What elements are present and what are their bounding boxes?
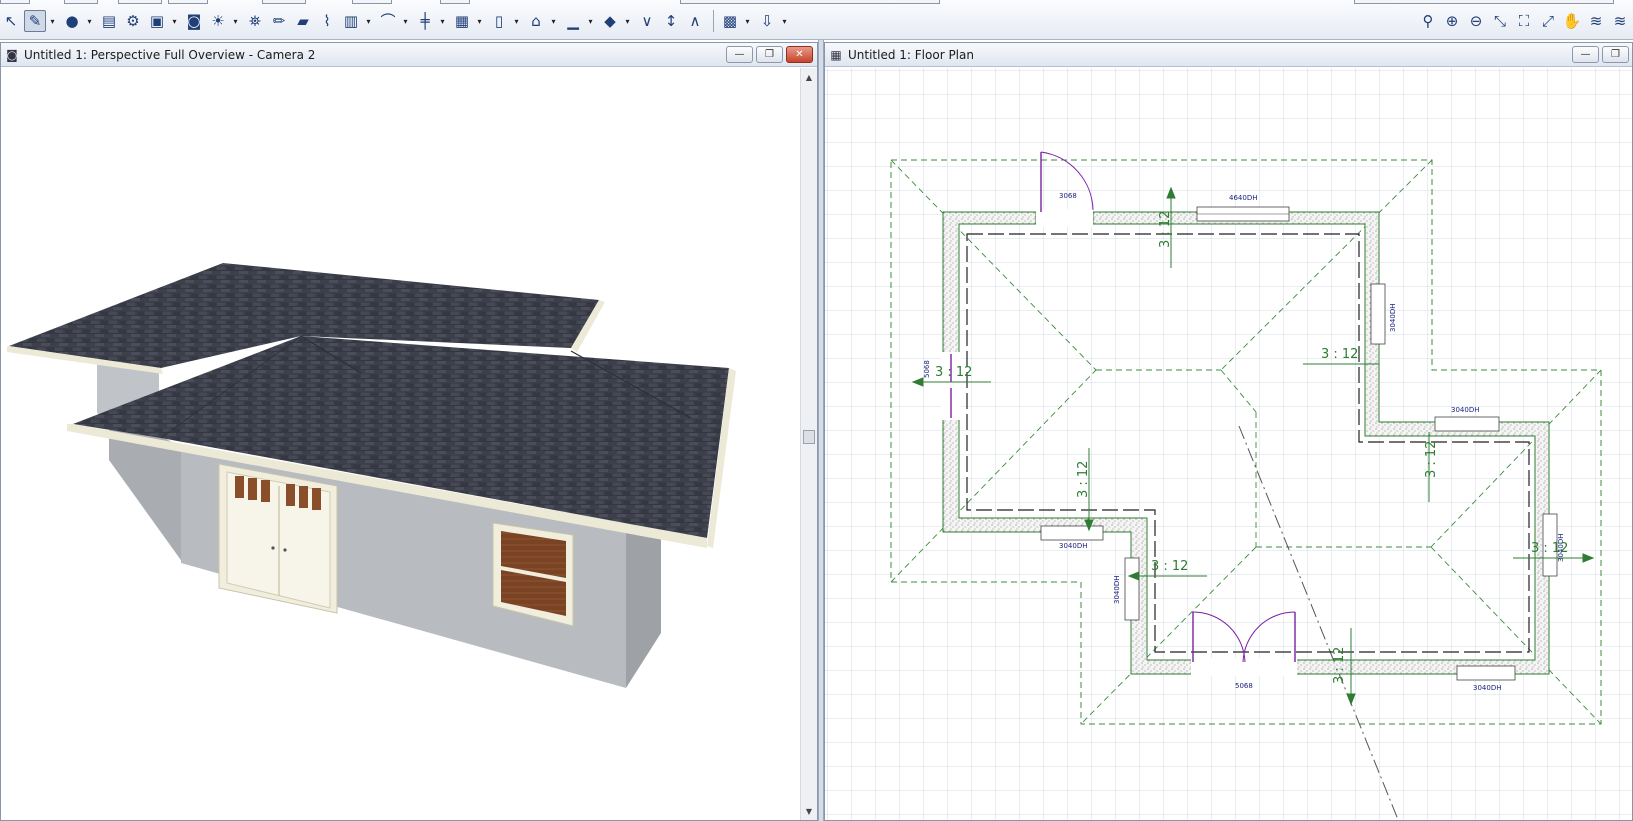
arc-icon[interactable]: ⌒ — [377, 10, 399, 32]
svg-text:3040DH: 3040DH — [1389, 304, 1397, 332]
svg-text:3 : 12: 3 : 12 — [1332, 647, 1347, 684]
close-button[interactable]: ✕ — [786, 46, 813, 63]
toolbar-right-group: ⚲ ⊕ ⊖ ⤡ ⛶ ⤢ ✋ ≋ ≋ — [1417, 8, 1633, 34]
dropdown-arrow-icon[interactable]: ▾ — [475, 10, 484, 32]
svg-text:3 : 12: 3 : 12 — [1158, 211, 1173, 248]
minimize-button[interactable]: — — [726, 46, 753, 63]
svg-text:3040DH: 3040DH — [1113, 576, 1121, 604]
svg-text:3068: 3068 — [1059, 192, 1077, 200]
scroll-thumb[interactable] — [803, 430, 815, 444]
lamp-icon[interactable]: ⛯ — [244, 10, 266, 32]
dropdown-arrow-icon[interactable]: ▾ — [512, 10, 521, 32]
chevron-down-icon[interactable]: ∨ — [636, 10, 658, 32]
floor-plan-drawing: 3068 4640DH 3040DH 5068 3040DH 3040DH 30… — [825, 68, 1632, 820]
perspective-viewport[interactable] — [1, 68, 817, 820]
restore-button[interactable]: ❐ — [1602, 46, 1629, 63]
slab-icon[interactable]: ▁ — [562, 10, 584, 32]
dropdown-arrow-icon[interactable]: ▾ — [623, 10, 632, 32]
dropdown-arrow-icon[interactable]: ▾ — [743, 10, 752, 32]
camera-window-icon: ◙ — [6, 47, 18, 62]
pan-hand-icon[interactable]: ✋ — [1561, 10, 1583, 32]
brick-wall-icon[interactable]: ▥ — [340, 10, 362, 32]
dropdown-arrow-icon[interactable]: ▾ — [780, 10, 789, 32]
light-icon[interactable]: ☀ — [207, 10, 229, 32]
zoom-icon[interactable]: ⚲ — [1417, 10, 1439, 32]
door-icon[interactable]: ▯ — [488, 10, 510, 32]
dropdown-arrow-icon[interactable]: ▾ — [170, 10, 179, 32]
picture-icon[interactable]: ▣ — [146, 10, 168, 32]
svg-text:3 : 12: 3 : 12 — [1321, 347, 1358, 362]
vertical-line-icon[interactable]: ↕ — [660, 10, 682, 32]
floor-plan-window-icon: ▦ — [830, 47, 842, 62]
scroll-up-arrow-icon[interactable]: ▲ — [801, 70, 817, 84]
import-icon[interactable]: ⇩ — [756, 10, 778, 32]
expand-icon[interactable]: ⤢ — [1537, 10, 1559, 32]
select-objects-icon[interactable]: ↖ — [0, 10, 22, 32]
camera-icon[interactable]: ◙ — [183, 10, 205, 32]
zoom-out-icon[interactable]: ⊖ — [1465, 10, 1487, 32]
floor-plan-title: Untitled 1: Floor Plan — [848, 47, 974, 62]
fit-icon[interactable]: ⛶ — [1513, 10, 1535, 32]
svg-text:3 : 12: 3 : 12 — [1424, 441, 1439, 478]
svg-text:3040DH: 3040DH — [1451, 406, 1479, 414]
dropdown-arrow-icon[interactable]: ▾ — [586, 10, 595, 32]
svg-text:5068: 5068 — [923, 360, 931, 378]
fill-window-icon[interactable]: ⤡ — [1489, 10, 1511, 32]
perspective-scrollbar[interactable]: ▲ ▼ — [800, 68, 817, 820]
minimize-button[interactable]: — — [1572, 46, 1599, 63]
perspective-titlebar[interactable]: ◙ Untitled 1: Perspective Full Overview … — [1, 43, 817, 67]
stairs-icon[interactable]: ⌇ — [316, 10, 338, 32]
dropdown-arrow-icon[interactable]: ▾ — [85, 10, 94, 32]
gear-tool-icon[interactable]: ⚙ — [122, 10, 144, 32]
dropdown-arrow-icon[interactable]: ▾ — [231, 10, 240, 32]
svg-text:3 : 12: 3 : 12 — [935, 365, 972, 380]
dropdown-arrow-icon[interactable]: ▾ — [438, 10, 447, 32]
svg-text:5068: 5068 — [1235, 682, 1253, 690]
svg-text:3040DH: 3040DH — [1059, 542, 1087, 550]
upper-toolbar-edge — [0, 0, 1633, 6]
dropdown-arrow-icon[interactable]: ▾ — [364, 10, 373, 32]
box-icon[interactable]: ◆ — [599, 10, 621, 32]
perspective-title: Untitled 1: Perspective Full Overview - … — [24, 47, 316, 62]
library-icon[interactable]: ▩ — [719, 10, 741, 32]
restore-button[interactable]: ❐ — [756, 46, 783, 63]
material-painter-icon[interactable]: ▰ — [292, 10, 314, 32]
railing-icon[interactable]: ╪ — [414, 10, 436, 32]
chevron-up-icon[interactable]: ∧ — [684, 10, 706, 32]
zoom-in-icon[interactable]: ⊕ — [1441, 10, 1463, 32]
svg-text:3040DH: 3040DH — [1473, 684, 1501, 692]
french-doors — [218, 463, 338, 614]
toolbar-left-group: ↖ ✎ ▾ ● ▾ ▤ ⚙ ▣ ▾ ◙ ☀ ▾ ⛯ ✏ ▰ ⌇ ▥ ▾ ⌒ ▾ ╪ ▾ ▦ ▾ ▯ ▾ ⌂ ▾ ▁ ▾ ◆ ▾ ∨ ↕ ∧ ▩ ▾ ⇩ ▾ — [0, 8, 793, 34]
edit-tool-icon[interactable]: ✎ — [24, 10, 46, 32]
scroll-down-arrow-icon[interactable]: ▼ — [801, 804, 817, 818]
svg-text:4640DH: 4640DH — [1229, 194, 1257, 202]
cabinet-icon[interactable]: ▦ — [451, 10, 473, 32]
svg-text:3 : 12: 3 : 12 — [1076, 461, 1091, 498]
house-icon[interactable]: ⌂ — [525, 10, 547, 32]
floor-plan-titlebar[interactable]: ▦ Untitled 1: Floor Plan — ❐ ✕ — [825, 43, 1632, 67]
dropdown-arrow-icon[interactable]: ▾ — [48, 10, 57, 32]
color-ball-icon[interactable]: ● — [61, 10, 83, 32]
floor-plan-window: ▦ Untitled 1: Floor Plan — ❐ ✕ — [824, 42, 1633, 821]
fill-tool-icon[interactable]: ▤ — [98, 10, 120, 32]
svg-text:3 : 12: 3 : 12 — [1531, 541, 1568, 556]
perspective-window: ◙ Untitled 1: Perspective Full Overview … — [0, 42, 818, 821]
pencil-icon[interactable]: ✏ — [268, 10, 290, 32]
floor-down-icon[interactable]: ≋ — [1609, 10, 1631, 32]
floor-plan-canvas[interactable]: 3068 4640DH 3040DH 5068 3040DH 3040DH 30… — [825, 68, 1632, 820]
main-toolbar: ↖ ✎ ▾ ● ▾ ▤ ⚙ ▣ ▾ ◙ ☀ ▾ ⛯ ✏ ▰ ⌇ ▥ ▾ ⌒ ▾ ╪ ▾ ▦ ▾ ▯ ▾ ⌂ ▾ ▁ ▾ ◆ ▾ ∨ ↕ ∧ ▩ ▾ ⇩ ▾ … — [0, 0, 1633, 40]
dropdown-arrow-icon[interactable]: ▾ — [401, 10, 410, 32]
floor-up-icon[interactable]: ≋ — [1585, 10, 1607, 32]
dropdown-arrow-icon[interactable]: ▾ — [549, 10, 558, 32]
toolbar-separator — [713, 10, 714, 32]
3d-house-render — [7, 263, 736, 688]
svg-text:3 : 12: 3 : 12 — [1151, 559, 1188, 574]
